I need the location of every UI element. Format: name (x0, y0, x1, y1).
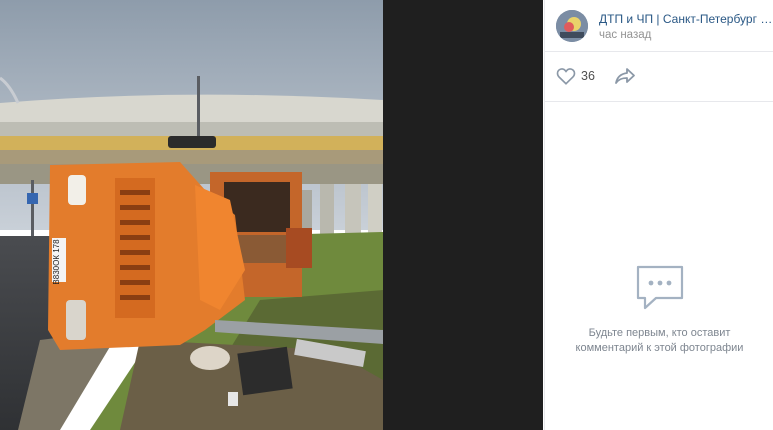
heart-icon (556, 68, 576, 85)
post-author-link[interactable]: ДТП и ЧП | Санкт-Петербург | Питер (599, 12, 773, 26)
empty-comments-line-1: Будьте первым, кто оставит (588, 327, 731, 339)
share-button[interactable] (614, 67, 636, 85)
community-avatar[interactable] (556, 10, 588, 42)
comment-bubble-icon (636, 265, 683, 310)
post-time[interactable]: час назад (599, 29, 651, 41)
empty-comments: Будьте первым, кто оставит комментарий к… (545, 264, 773, 356)
share-arrow-icon (615, 68, 635, 84)
post-actions: 36 (545, 52, 773, 102)
empty-comments-line-2: комментарий к этой фотографии (575, 342, 744, 354)
post-header: ДТП и ЧП | Санкт-Петербург | Питер час н… (545, 0, 773, 52)
like-count: 36 (581, 69, 595, 83)
post-side-panel: ДТП и ЧП | Санкт-Петербург | Питер час н… (544, 0, 773, 430)
viewer-backdrop (383, 0, 543, 430)
license-plate: В830ОК 178 (52, 239, 61, 285)
like-button[interactable]: 36 (556, 66, 595, 86)
post-photo[interactable]: В830ОК 178 (0, 0, 383, 430)
